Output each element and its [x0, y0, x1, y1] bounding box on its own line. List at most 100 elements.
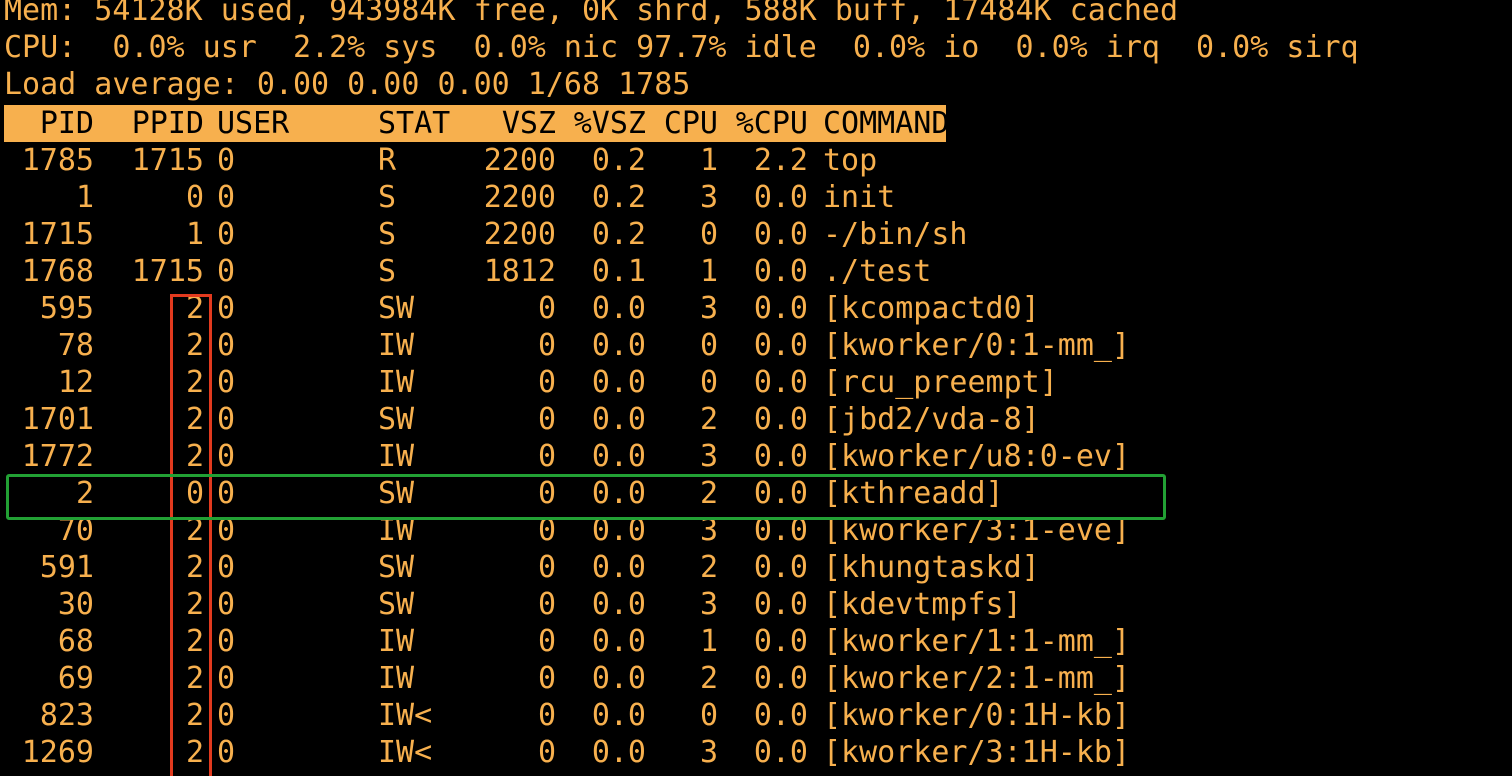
- command-cell: -/bin/sh: [823, 217, 968, 252]
- command-cell: [kworker/0:1-mm_]: [823, 328, 1131, 363]
- user-cell: 0: [217, 439, 236, 474]
- user-cell: 0: [217, 513, 236, 548]
- cpu-cell: 0: [699, 698, 718, 733]
- vsz-percent-cell: 0.0: [591, 291, 646, 326]
- vsz-percent-cell: 0.0: [591, 513, 646, 548]
- vsz-cell: 0: [537, 402, 556, 437]
- vsz-cell: 0: [537, 328, 556, 363]
- stat-cell: IW<: [378, 735, 433, 770]
- pid-cell: 1768: [21, 254, 94, 289]
- process-row: 1785 1715 0 R 2200 0.2 1 2.2 top: [4, 142, 1204, 179]
- header-ppid: PPID: [131, 106, 204, 141]
- vsz-cell: 0: [537, 550, 556, 585]
- cpu-percent-cell: 0.0: [753, 587, 808, 622]
- header-stat: STAT: [378, 106, 451, 141]
- terminal-window[interactable]: Mem: 54128K used, 943984K free, 0K shrd,…: [0, 0, 1512, 776]
- command-cell: [kworker/1:1-mm_]: [823, 624, 1131, 659]
- cpu-percent-cell: 0.0: [753, 180, 808, 215]
- process-row: 1768 1715 0 S 1812 0.1 1 0.0 ./test: [4, 253, 1204, 290]
- command-cell: init: [823, 180, 896, 215]
- header-pvsz: %VSZ: [573, 106, 646, 141]
- stat-cell: SW: [378, 587, 415, 622]
- ppid-cell: 1715: [131, 254, 204, 289]
- pid-cell: 1: [75, 180, 94, 215]
- vsz-percent-cell: 0.0: [591, 587, 646, 622]
- pid-cell: 595: [39, 291, 94, 326]
- cpu-cell: 1: [699, 143, 718, 178]
- command-cell: [rcu_preempt]: [823, 365, 1058, 400]
- vsz-percent-cell: 0.2: [591, 217, 646, 252]
- stat-cell: IW<: [378, 698, 433, 733]
- cpu-percent-cell: 0.0: [753, 735, 808, 770]
- user-cell: 0: [217, 143, 236, 178]
- header-cpu: CPU: [663, 106, 718, 141]
- user-cell: 0: [217, 217, 236, 252]
- vsz-percent-cell: 0.1: [591, 254, 646, 289]
- table-header-row: PID PPID USER STAT VSZ %VSZ CPU %CPU COM…: [4, 105, 949, 142]
- pid-cell: 12: [57, 365, 94, 400]
- mem-summary-line: Mem: 54128K used, 943984K free, 0K shrd,…: [4, 0, 1178, 28]
- cpu-percent-cell: 0.0: [753, 661, 808, 696]
- pid-cell: 1785: [21, 143, 94, 178]
- cpu-cell: 3: [699, 735, 718, 770]
- process-row: 1772 2 0 IW 0 0.0 3 0.0 [kworker/u8:0-ev]: [4, 438, 1204, 475]
- vsz-percent-cell: 0.0: [591, 365, 646, 400]
- cpu-cell: 2: [699, 476, 718, 511]
- cpu-percent-cell: 0.0: [753, 698, 808, 733]
- ppid-cell: 2: [185, 513, 204, 548]
- command-cell: [kdevtmpfs]: [823, 587, 1022, 622]
- stat-cell: SW: [378, 402, 415, 437]
- user-cell: 0: [217, 328, 236, 363]
- command-cell: ./test: [823, 254, 932, 289]
- pid-cell: 1701: [21, 402, 94, 437]
- pid-cell: 1715: [21, 217, 94, 252]
- ppid-cell: 2: [185, 328, 204, 363]
- user-cell: 0: [217, 402, 236, 437]
- command-cell: [kworker/0:1H-kb]: [823, 698, 1131, 733]
- pid-cell: 1772: [21, 439, 94, 474]
- vsz-percent-cell: 0.0: [591, 624, 646, 659]
- ppid-cell: 1715: [131, 143, 204, 178]
- vsz-cell: 0: [537, 735, 556, 770]
- header-user: USER: [217, 106, 290, 141]
- command-cell: [kcompactd0]: [823, 291, 1040, 326]
- cpu-percent-cell: 0.0: [753, 624, 808, 659]
- process-row: 591 2 0 SW 0 0.0 2 0.0 [khungtaskd]: [4, 549, 1204, 586]
- user-cell: 0: [217, 550, 236, 585]
- vsz-percent-cell: 0.0: [591, 476, 646, 511]
- pid-cell: 70: [57, 513, 94, 548]
- cpu-cell: 0: [699, 217, 718, 252]
- user-cell: 0: [217, 624, 236, 659]
- pid-cell: 1269: [21, 735, 94, 770]
- cpu-percent-cell: 0.0: [753, 328, 808, 363]
- vsz-cell: 0: [537, 624, 556, 659]
- ppid-cell: 2: [185, 439, 204, 474]
- process-row: 69 2 0 IW 0 0.0 2 0.0 [kworker/2:1-mm_]: [4, 660, 1204, 697]
- ppid-cell: 2: [185, 402, 204, 437]
- vsz-cell: 0: [537, 698, 556, 733]
- vsz-percent-cell: 0.2: [591, 143, 646, 178]
- load-average-line: Load average: 0.00 0.00 0.00 1/68 1785: [4, 67, 691, 102]
- command-cell: [kworker/3:1-eve]: [823, 513, 1131, 548]
- user-cell: 0: [217, 476, 236, 511]
- command-cell: [jbd2/vda-8]: [823, 402, 1040, 437]
- vsz-percent-cell: 0.0: [591, 698, 646, 733]
- user-cell: 0: [217, 291, 236, 326]
- cpu-percent-cell: 0.0: [753, 439, 808, 474]
- ppid-cell: 2: [185, 698, 204, 733]
- ppid-cell: 2: [185, 624, 204, 659]
- header-pcpu: %CPU: [735, 106, 808, 141]
- cpu-percent-cell: 0.0: [753, 291, 808, 326]
- cpu-cell: 0: [699, 365, 718, 400]
- vsz-cell: 0: [537, 513, 556, 548]
- vsz-percent-cell: 0.2: [591, 180, 646, 215]
- ppid-cell: 2: [185, 291, 204, 326]
- stat-cell: SW: [378, 291, 415, 326]
- command-cell: [kworker/3:1H-kb]: [823, 735, 1131, 770]
- cpu-cell: 3: [699, 291, 718, 326]
- ppid-cell: 2: [185, 365, 204, 400]
- stat-cell: SW: [378, 550, 415, 585]
- ppid-cell: 0: [185, 476, 204, 511]
- stat-cell: IW: [378, 328, 415, 363]
- stat-cell: S: [378, 217, 397, 252]
